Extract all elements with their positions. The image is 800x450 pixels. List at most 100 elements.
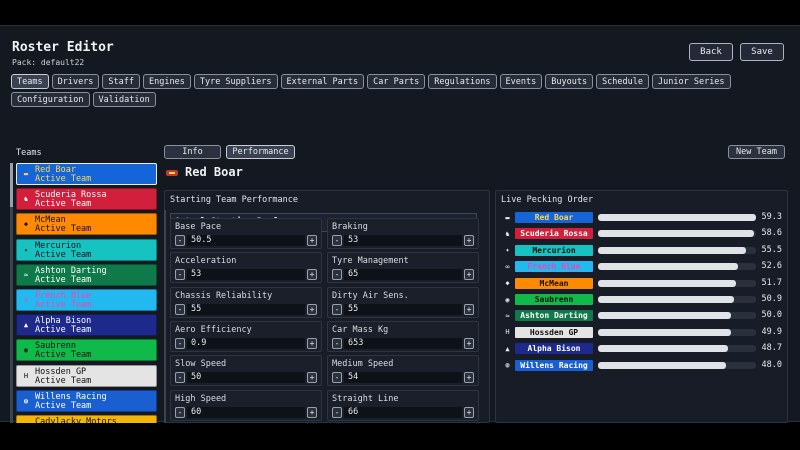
team-name: Cadylacky Motors <box>35 417 117 423</box>
tab-staff[interactable]: Staff <box>102 74 141 89</box>
back-button[interactable]: Back <box>689 43 733 61</box>
team-list-item-hossden-gp[interactable]: H Hossden GP Active Team <box>16 364 157 387</box>
field-base-pace: Base Pace -50.5 + <box>170 218 322 249</box>
tab-teams[interactable]: Teams <box>11 74 49 89</box>
team-list-item-mercurion[interactable]: ✦ Mercurion Active Team <box>16 238 157 261</box>
decrement-button[interactable]: - <box>175 269 185 281</box>
team-list-item-french-blue[interactable]: ∞ French Blue Active Team <box>16 289 157 311</box>
increment-button[interactable]: + <box>464 372 474 384</box>
pecking-row-french-blue: ∞ French Blue 52.6 <box>501 260 784 273</box>
increment-button[interactable]: + <box>464 269 474 281</box>
w-logo-icon: ◍ <box>505 361 510 370</box>
tab-tyre-suppliers[interactable]: Tyre Suppliers <box>193 74 278 89</box>
performance-bar-track <box>598 328 756 336</box>
field-tyre-management: Tyre Management -65 + <box>327 252 479 284</box>
decrement-button[interactable]: - <box>175 337 185 349</box>
increment-button[interactable]: + <box>307 269 317 281</box>
performance-bar-fill <box>598 214 756 221</box>
pecking-value: 50.0 <box>761 310 782 321</box>
team-list-item-scuderia-rossa[interactable]: ♞ Scuderia Rossa Active Team <box>16 188 157 211</box>
pecking-value: 50.9 <box>761 294 782 304</box>
increment-button[interactable]: + <box>307 303 317 315</box>
h-logo-icon: H <box>23 371 29 380</box>
increment-button[interactable]: + <box>307 372 317 384</box>
rings-icon: ∞ <box>505 262 510 271</box>
performance-bar-track <box>598 246 756 254</box>
base-pace-input[interactable]: 50.5 <box>187 235 305 246</box>
tab-events[interactable]: Events <box>499 74 543 89</box>
performance-bar-fill <box>598 230 755 238</box>
medium-speed-input[interactable]: 54 <box>344 372 462 384</box>
decrement-button[interactable]: - <box>332 337 342 349</box>
mcmean-logo-icon: ◆ <box>23 220 29 229</box>
tab-junior-series[interactable]: Junior Series <box>652 74 731 89</box>
increment-button[interactable]: + <box>307 406 317 418</box>
tab-schedule[interactable]: Schedule <box>596 74 650 89</box>
tab-drivers[interactable]: Drivers <box>51 74 100 89</box>
tab-car-parts[interactable]: Car Parts <box>367 74 426 89</box>
car-mass-kg-input[interactable]: 653 <box>344 337 462 349</box>
dirty-air-sens-input[interactable]: 55 <box>344 303 462 315</box>
aero-efficiency-input[interactable]: 0.9 <box>187 337 305 349</box>
decrement-button[interactable]: - <box>175 303 185 315</box>
pecking-team-name: Saubrenn <box>515 294 593 305</box>
performance-scrollbar[interactable] <box>164 210 166 423</box>
pecking-row-scuderia-rossa: ♞ Scuderia Rossa 58.6 <box>501 227 784 240</box>
tab-configuration[interactable]: Configuration <box>11 92 90 107</box>
save-button[interactable]: Save <box>740 43 784 61</box>
star-icon: ✦ <box>23 245 29 254</box>
decrement-button[interactable]: - <box>332 406 342 418</box>
pecking-row-saubrenn: ◉ Saubrenn 50.9 <box>501 293 784 306</box>
field-label: Base Pace <box>175 222 222 232</box>
slow-speed-input[interactable]: 50 <box>187 372 305 384</box>
pecking-team-name: Alpha Bison <box>515 343 593 355</box>
field-dirty-air-sens: Dirty Air Sens. -55 + <box>327 286 479 318</box>
increment-button[interactable]: + <box>464 337 474 349</box>
team-status: Active Team <box>35 174 92 184</box>
straight-line-input[interactable]: 66 <box>344 406 462 418</box>
pecking-team-name: Hossden GP <box>515 326 593 338</box>
star-icon: ✦ <box>505 246 510 255</box>
decrement-button[interactable]: - <box>175 406 185 418</box>
increment-button[interactable]: + <box>464 235 474 246</box>
field-label: Straight Line <box>332 393 399 404</box>
team-list-item-saubrenn[interactable]: ◉ Saubrenn Active Team <box>16 339 157 362</box>
decrement-button[interactable]: - <box>175 372 185 384</box>
field-acceleration: Acceleration -53 + <box>170 252 322 284</box>
new-team-button[interactable]: New Team <box>728 145 785 159</box>
team-list-item-cadylacky-motors[interactable]: ▣Cadylacky MotorsInactive Team <box>16 415 157 423</box>
decrement-button[interactable]: - <box>332 235 342 246</box>
field-label: Tyre Management <box>332 256 409 267</box>
acceleration-input[interactable]: 53 <box>187 269 305 281</box>
team-list-item-mcmean[interactable]: ◆ McMean Active Team <box>16 213 157 236</box>
team-list-item-alpha-bison[interactable]: ▲ Alpha Bison Active Team <box>16 314 157 337</box>
increment-button[interactable]: + <box>464 303 474 315</box>
chassis-reliability-input[interactable]: 55 <box>187 303 305 315</box>
field-chassis-reliability: Chassis Reliability -55 + <box>170 286 322 318</box>
h-logo-icon: H <box>505 328 510 337</box>
tab-validation[interactable]: Validation <box>92 92 156 107</box>
team-list-item-ashton-darting[interactable]: ≈ Ashton Darting Active Team <box>16 263 157 286</box>
decrement-button[interactable]: - <box>332 269 342 281</box>
tab-regulations[interactable]: Regulations <box>428 74 497 89</box>
tyre-management-input[interactable]: 65 <box>344 269 462 281</box>
increment-button[interactable]: + <box>307 235 317 246</box>
increment-button[interactable]: + <box>307 337 317 349</box>
tab-external-parts[interactable]: External Parts <box>280 74 365 89</box>
increment-button[interactable]: + <box>464 406 474 418</box>
info-tab[interactable]: Info <box>164 145 221 159</box>
pecking-value: 48.7 <box>761 343 782 354</box>
high-speed-input[interactable]: 60 <box>187 406 305 418</box>
tab-engines[interactable]: Engines <box>143 74 191 89</box>
field-label: Car Mass Kg <box>332 324 389 335</box>
decrement-button[interactable]: - <box>332 303 342 315</box>
team-list-item-red-boar[interactable]: ▬ Red Boar Active Team <box>16 163 157 185</box>
pecking-value: 52.6 <box>761 261 782 272</box>
team-list-item-willens-racing[interactable]: ◍ Willens Racing Active Team <box>16 389 157 412</box>
braking-input[interactable]: 53 <box>344 235 462 246</box>
decrement-button[interactable]: - <box>175 235 185 246</box>
decrement-button[interactable]: - <box>332 372 342 384</box>
performance-tab[interactable]: Performance <box>226 145 295 159</box>
performance-bar-fill <box>598 361 726 369</box>
tab-buyouts[interactable]: Buyouts <box>545 74 594 89</box>
